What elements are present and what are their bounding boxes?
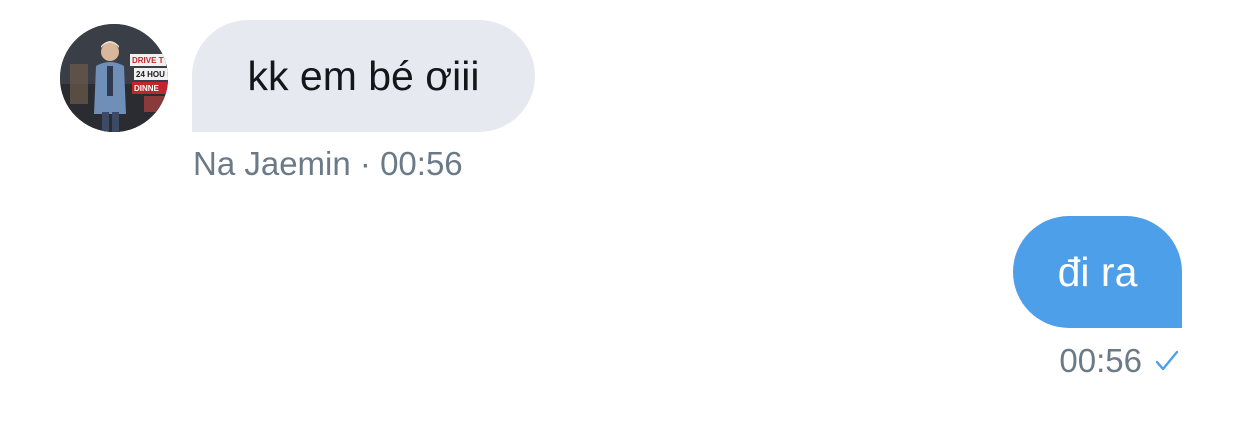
- sender-name[interactable]: Na Jaemin: [193, 145, 351, 182]
- avatar-sign-2: 24 HOU: [136, 70, 165, 79]
- incoming-message-bubble[interactable]: kk em bé ơiii: [192, 20, 535, 132]
- sender-avatar[interactable]: DRIVE T 24 HOU DINNE: [60, 24, 168, 132]
- avatar-sign-3: DINNE: [134, 84, 160, 93]
- avatar-photo: DRIVE T 24 HOU DINNE: [60, 24, 168, 132]
- outgoing-message-meta: 00:56: [1059, 342, 1180, 380]
- outgoing-message-bubble[interactable]: đi ra: [1013, 216, 1182, 328]
- avatar-sign-1: DRIVE T: [132, 56, 164, 65]
- incoming-message-text: kk em bé ơiii: [247, 52, 480, 99]
- meta-separator: ·: [359, 145, 371, 182]
- checkmark-icon: [1154, 349, 1180, 373]
- outgoing-message-text: đi ra: [1057, 248, 1138, 295]
- outgoing-timestamp: 00:56: [1059, 342, 1142, 379]
- incoming-message-meta: Na Jaemin · 00:56: [193, 145, 463, 183]
- incoming-timestamp: 00:56: [380, 145, 463, 182]
